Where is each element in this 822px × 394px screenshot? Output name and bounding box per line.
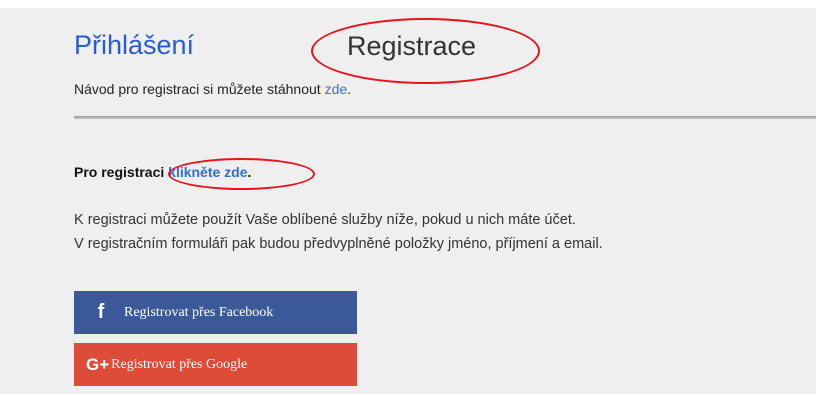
google-plus-icon: G+ xyxy=(86,354,110,374)
info-text: K registraci můžete použít Vaše oblíbené… xyxy=(74,208,603,256)
red-annotation-circle-click-here xyxy=(168,158,315,190)
guide-download-link[interactable]: zde xyxy=(325,81,348,97)
guide-text: Návod pro registraci si můžete stáhnout xyxy=(74,81,325,97)
red-annotation-circle-register xyxy=(311,18,540,84)
register-google-button[interactable]: G+ Registrovat přes Google xyxy=(74,343,357,386)
info-line-1: K registraci můžete použít Vaše oblíbené… xyxy=(74,212,576,228)
guide-download-line: Návod pro registraci si můžete stáhnout … xyxy=(74,81,351,97)
facebook-button-label: Registrovat přes Facebook xyxy=(124,304,274,320)
google-button-label: Registrovat přes Google xyxy=(111,356,248,372)
register-facebook-button[interactable]: f Registrovat přes Facebook xyxy=(74,291,357,334)
tab-login[interactable]: Přihlášení xyxy=(74,32,194,59)
info-line-2: V registračním formuláři pak budou předv… xyxy=(74,236,603,252)
facebook-icon: f xyxy=(97,301,105,323)
guide-text-end: . xyxy=(347,81,352,97)
register-prefix: Pro registraci xyxy=(74,164,169,180)
divider xyxy=(74,116,816,119)
